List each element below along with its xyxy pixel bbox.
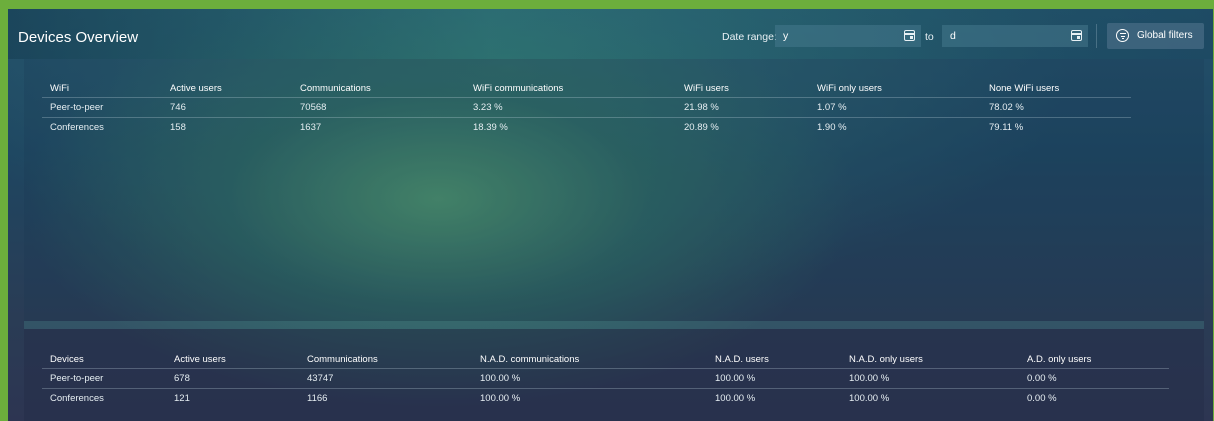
table-cell: 18.39 % (465, 117, 676, 137)
date-from-input[interactable]: y (775, 25, 921, 47)
table-cell: 678 (166, 368, 299, 389)
wifi-table: WiFi Active users Communications WiFi co… (42, 80, 1131, 137)
column-header: None WiFi users (989, 83, 1060, 94)
table-cell: 20.89 % (676, 117, 809, 137)
table-cell: 1637 (292, 117, 465, 137)
page-title: Devices Overview (18, 29, 139, 46)
table-cell: 158 (162, 117, 292, 137)
table-cell: 21.98 % (676, 97, 809, 118)
header-divider (1096, 24, 1097, 48)
column-header: Devices (50, 354, 84, 365)
global-filters-button[interactable]: Global filters (1107, 23, 1204, 49)
table-cell: 100.00 % (841, 388, 1019, 408)
panel-divider (24, 321, 1204, 329)
devices-overview-window: Devices Overview Date range: y to d Glob… (8, 9, 1213, 421)
header-bar: Devices Overview Date range: y to d Glob… (8, 9, 1213, 59)
column-header: WiFi users (684, 83, 729, 94)
table-cell: 1.07 % (809, 97, 981, 118)
table-cell: 78.02 % (981, 97, 1131, 118)
table-row: Peer-to-peer 746 70568 3.23 % 21.98 % 1.… (42, 97, 1131, 118)
column-header: N.A.D. only users (849, 354, 923, 365)
devices-table: Devices Active users Communications N.A.… (42, 351, 1169, 408)
column-header: A.D. only users (1027, 354, 1092, 365)
table-row: Conferences 158 1637 18.39 % 20.89 % 1.9… (42, 117, 1131, 137)
date-to-input[interactable]: d (942, 25, 1088, 47)
date-range-label: Date range: (722, 31, 777, 43)
devices-panel: Devices Active users Communications N.A.… (24, 329, 1204, 421)
table-cell: 100.00 % (707, 368, 841, 389)
table-cell: 3.23 % (465, 97, 676, 118)
column-header: N.A.D. users (715, 354, 769, 365)
table-header-row: WiFi Active users Communications WiFi co… (42, 80, 1131, 98)
date-to-value: d (950, 30, 956, 42)
column-header: Communications (300, 83, 371, 94)
wifi-panel: WiFi Active users Communications WiFi co… (24, 59, 1204, 321)
column-header: Active users (174, 354, 226, 365)
table-row: Peer-to-peer 678 43747 100.00 % 100.00 %… (42, 368, 1169, 389)
filter-icon (1116, 29, 1129, 42)
table-cell: 0.00 % (1019, 368, 1169, 389)
calendar-icon[interactable] (904, 30, 915, 41)
column-header: WiFi (50, 83, 69, 94)
date-from-value: y (783, 30, 789, 42)
table-cell: 43747 (299, 368, 472, 389)
table-cell: Peer-to-peer (42, 97, 162, 118)
column-header: N.A.D. communications (480, 354, 580, 365)
table-cell: 1.90 % (809, 117, 981, 137)
column-header: WiFi only users (817, 83, 882, 94)
table-cell: Peer-to-peer (42, 368, 166, 389)
table-cell: 100.00 % (472, 388, 707, 408)
table-cell: 100.00 % (472, 368, 707, 389)
table-row: Conferences 121 1166 100.00 % 100.00 % 1… (42, 388, 1169, 408)
column-header: Active users (170, 83, 222, 94)
table-cell: 100.00 % (841, 368, 1019, 389)
table-cell: Conferences (42, 388, 166, 408)
table-cell: 79.11 % (981, 117, 1131, 137)
column-header: WiFi communications (473, 83, 564, 94)
table-header-row: Devices Active users Communications N.A.… (42, 351, 1169, 369)
column-header: Communications (307, 354, 378, 365)
global-filters-label: Global filters (1137, 30, 1193, 41)
calendar-icon[interactable] (1071, 30, 1082, 41)
table-cell: 0.00 % (1019, 388, 1169, 408)
to-label: to (925, 31, 934, 43)
table-cell: 746 (162, 97, 292, 118)
table-cell: 70568 (292, 97, 465, 118)
table-cell: Conferences (42, 117, 162, 137)
table-cell: 100.00 % (707, 388, 841, 408)
table-cell: 1166 (299, 388, 472, 408)
table-cell: 121 (166, 388, 299, 408)
